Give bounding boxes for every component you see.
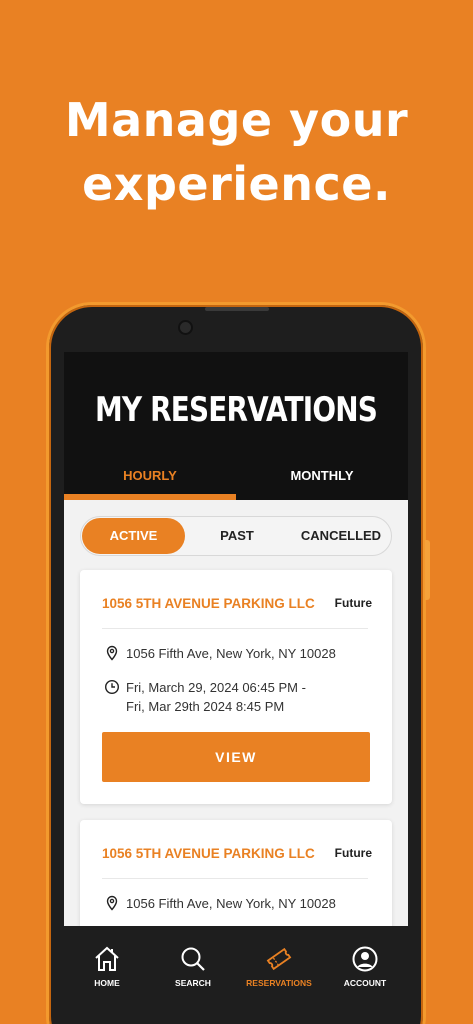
reservation-address: 1056 Fifth Ave, New York, NY 10028 [126, 646, 336, 661]
account-icon [352, 946, 378, 972]
search-icon [181, 947, 205, 971]
reservation-address: 1056 Fifth Ave, New York, NY 10028 [126, 896, 336, 911]
camera-icon [178, 320, 193, 335]
status-badge: Future [334, 596, 372, 610]
reservation-time-start: Fri, March 29, 2024 06:45 PM - [126, 680, 306, 695]
nav-account-label: ACCOUNT [343, 978, 387, 988]
filter-active[interactable]: ACTIVE [82, 518, 185, 554]
status-badge: Future [334, 846, 372, 860]
status-filter: ACTIVE PAST CANCELLED [80, 516, 392, 556]
bottom-nav: HOME SEARCH RESERVATIONS ACCOUNT [64, 926, 408, 1024]
card-divider [102, 878, 368, 879]
phone-speaker [205, 307, 269, 311]
phone-side-button [425, 540, 430, 600]
home-icon [95, 946, 119, 971]
nav-search[interactable]: SEARCH [150, 944, 236, 988]
screen-header: MY RESERVATIONS HOURLY MONTHLY [64, 352, 408, 500]
reservation-time-end: Fri, Mar 29th 2024 8:45 PM [126, 699, 285, 714]
nav-home-label: HOME [94, 978, 120, 988]
app-screen: MY RESERVATIONS HOURLY MONTHLY ACTIVE PA… [64, 352, 408, 1024]
ticket-icon [266, 947, 292, 971]
view-button[interactable]: VIEW [102, 732, 370, 782]
reservation-name: 1056 5TH AVENUE PARKING LLC [102, 846, 315, 861]
nav-account[interactable]: ACCOUNT [322, 944, 408, 988]
filter-cancelled[interactable]: CANCELLED [289, 517, 393, 555]
reservation-name: 1056 5TH AVENUE PARKING LLC [102, 596, 315, 611]
nav-reservations[interactable]: RESERVATIONS [236, 944, 322, 988]
clock-icon [104, 679, 120, 695]
tab-monthly[interactable]: MONTHLY [236, 468, 408, 483]
location-pin-icon [106, 895, 118, 911]
page-title: MY RESERVATIONS [94, 390, 378, 430]
nav-reservations-label: RESERVATIONS [246, 978, 312, 988]
headline-line-1: Manage your [64, 93, 409, 147]
nav-search-label: SEARCH [175, 978, 211, 988]
card-divider [102, 628, 368, 629]
nav-home[interactable]: HOME [64, 944, 150, 988]
reservation-time: Fri, March 29, 2024 06:45 PM - Fri, Mar … [126, 678, 306, 716]
headline-line-2: experience. [82, 157, 391, 211]
reservation-card: 1056 5TH AVENUE PARKING LLC Future 1056 … [80, 570, 392, 804]
filter-past[interactable]: PAST [185, 517, 289, 555]
tab-indicator [64, 494, 236, 500]
location-pin-icon [106, 645, 118, 661]
headline: Manage your experience. [0, 88, 473, 216]
tab-hourly[interactable]: HOURLY [64, 468, 236, 483]
